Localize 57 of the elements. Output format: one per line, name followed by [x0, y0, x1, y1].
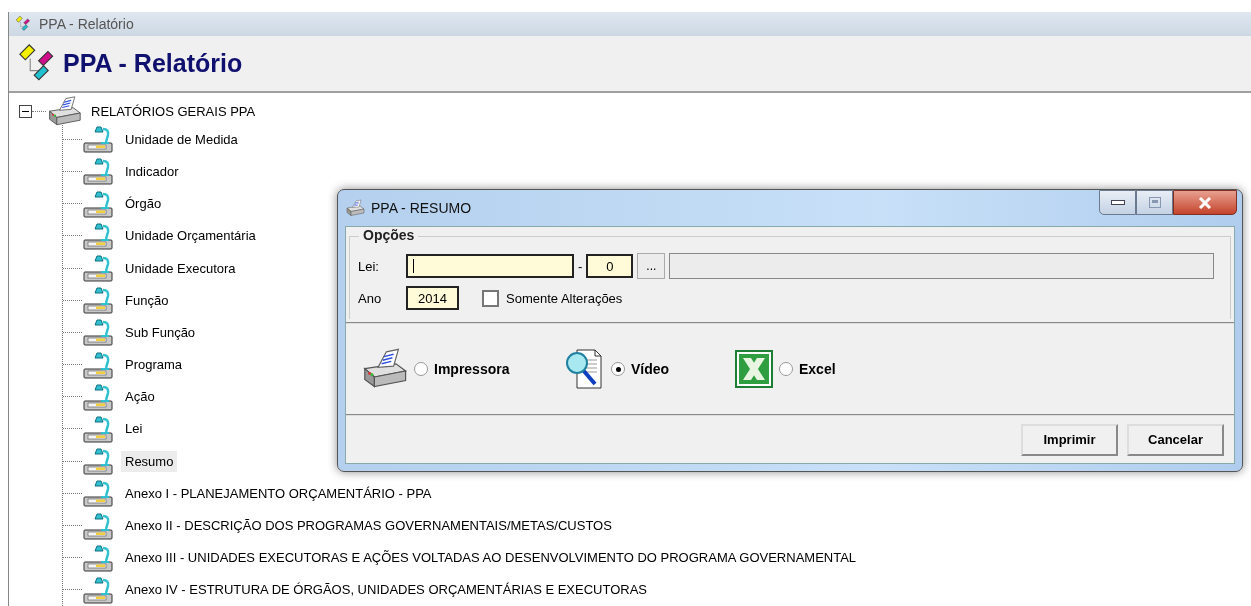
tree-item[interactable]: Unidade Executora: [121, 257, 240, 279]
radio-label[interactable]: Vídeo: [631, 361, 670, 377]
number-field[interactable]: 0: [586, 254, 634, 278]
group-title: Opções: [359, 227, 419, 243]
tree-item[interactable]: Anexo IV - ESTRUTURA DE ÓRGÃOS, UNIDADES ORÇAMENTÁRIAS E EXECUTORAS: [121, 579, 652, 601]
tree-item[interactable]: Unidade Orçamentária: [121, 225, 260, 247]
year-field[interactable]: 2014: [406, 286, 459, 310]
tree-item[interactable]: Sub Função: [121, 321, 200, 343]
window-title: PPA - Relatório: [39, 16, 134, 33]
checkbox-label: Somente Alterações: [506, 290, 623, 306]
radio-button[interactable]: [611, 362, 625, 376]
checkbox[interactable]: [482, 289, 499, 307]
dialog-button[interactable]: Imprimir: [1021, 423, 1118, 456]
report-icon: [82, 155, 116, 188]
field-label: Ano: [358, 290, 383, 306]
report-icon: [82, 445, 116, 478]
field-label: Lei:: [358, 258, 380, 274]
app-logo-icon: [15, 15, 33, 34]
tree-item[interactable]: Anexo I - PLANEJAMENTO ORÇAMENTÁRIO - PPA: [121, 482, 436, 504]
radio-button[interactable]: [414, 362, 428, 376]
browse-button[interactable]: ...: [637, 253, 666, 279]
radio-label[interactable]: Excel: [799, 361, 836, 377]
law-field[interactable]: [406, 254, 574, 278]
radio-button[interactable]: [779, 362, 793, 376]
tree-item[interactable]: Lei: [121, 418, 147, 440]
minimize-icon: [1110, 199, 1125, 206]
printer-icon: [345, 199, 365, 217]
close-button[interactable]: [1173, 190, 1237, 215]
tree-item[interactable]: Programa: [121, 354, 187, 376]
page-title: PPA - Relatório: [63, 49, 243, 79]
maximize-button[interactable]: [1136, 190, 1173, 215]
report-icon: [82, 284, 116, 317]
printer-icon: [46, 95, 82, 128]
tree-item[interactable]: Indicador: [121, 160, 183, 182]
report-icon: [82, 123, 116, 156]
radio-label[interactable]: Impressora: [434, 361, 510, 377]
maximize-icon: [1148, 197, 1161, 208]
tree-item[interactable]: Ação: [121, 386, 159, 408]
minimize-button[interactable]: [1099, 190, 1136, 215]
collapse-toggle[interactable]: [19, 104, 32, 118]
tree-item[interactable]: Resumo: [121, 450, 178, 472]
close-icon: [1198, 196, 1212, 209]
report-icon: [82, 252, 116, 285]
dialog-title: PPA - RESUMO: [371, 200, 472, 216]
dialog-button[interactable]: Cancelar: [1127, 423, 1224, 456]
text-cursor: [413, 259, 414, 273]
report-icon: [82, 477, 116, 510]
separator-text: -: [578, 258, 583, 274]
magnifier-document-icon: [565, 348, 605, 390]
report-icon: [82, 316, 116, 349]
tree-item[interactable]: RELATÓRIOS GERAIS PPA: [87, 100, 260, 122]
tree-item[interactable]: Órgão: [121, 193, 166, 215]
tree-item[interactable]: Unidade de Medida: [121, 128, 242, 150]
tree-item[interactable]: Anexo III - UNIDADES EXECUTORAS E AÇÕES VOLTADAS AO DESENVOLVIMENTO DO PROGRAMA GOVERNAMENTAL: [121, 547, 861, 569]
spreadsheet-icon: [735, 350, 773, 388]
tree-item[interactable]: Função: [121, 289, 173, 311]
tree-item[interactable]: Anexo II - DESCRIÇÃO DOS PROGRAMAS GOVERNAMENTAIS/METAS/CUSTOS: [121, 515, 616, 537]
